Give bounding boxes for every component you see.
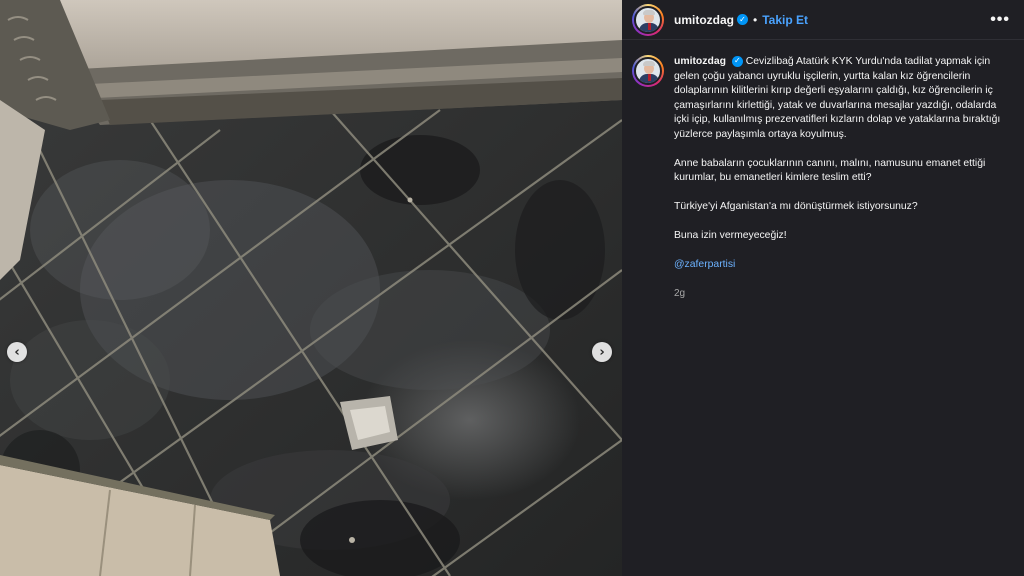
verified-badge-icon: ✓ — [731, 55, 743, 67]
verified-badge-icon: ✓ — [737, 14, 748, 25]
caption-text-1: Cevizlibağ Atatürk KYK Yurdu'nda tadilat… — [674, 56, 1001, 140]
avatar[interactable] — [632, 3, 664, 36]
caption-avatar[interactable] — [632, 55, 664, 87]
post-timestamp[interactable]: 2g — [674, 287, 1004, 302]
caption-paragraph-3: Türkiye'yi Afganistan'a mı dönüştürmek i… — [674, 201, 918, 212]
mention-link[interactable]: @zaferpartisi — [674, 259, 735, 270]
post-caption: umitozdag ✓ Cevizlibağ Atatürk KYK Yurdu… — [674, 55, 1004, 302]
caption-row: umitozdag ✓ Cevizlibağ Atatürk KYK Yurdu… — [622, 40, 1024, 302]
caption-paragraph-1: umitozdag ✓ Cevizlibağ Atatürk KYK Yurdu… — [674, 55, 1004, 142]
avatar-image — [634, 5, 662, 34]
post-media: ‹ › — [0, 0, 622, 576]
caption-paragraph-4: Buna izin vermeyeceğiz! — [674, 230, 787, 241]
separator-dot: • — [753, 12, 758, 27]
post-header: umitozdag ✓ • Takip Et ••• — [622, 0, 1024, 40]
follow-button[interactable]: Takip Et — [762, 13, 808, 27]
mention-paragraph: @zaferpartisi — [674, 258, 1004, 273]
avatar-image — [634, 57, 662, 85]
more-options-icon[interactable]: ••• — [990, 11, 1014, 29]
caption-paragraph-2: Anne babaların çocuklarının canını, malı… — [674, 157, 986, 184]
caption-username[interactable]: umitozdag — [674, 56, 726, 67]
next-image-button[interactable]: › — [592, 342, 612, 362]
floor-photo — [0, 0, 622, 576]
previous-image-button[interactable]: ‹ — [7, 342, 27, 362]
post-side-panel: umitozdag ✓ • Takip Et ••• umitozdag ✓ C… — [622, 0, 1024, 576]
username-link[interactable]: umitozdag — [674, 13, 734, 27]
